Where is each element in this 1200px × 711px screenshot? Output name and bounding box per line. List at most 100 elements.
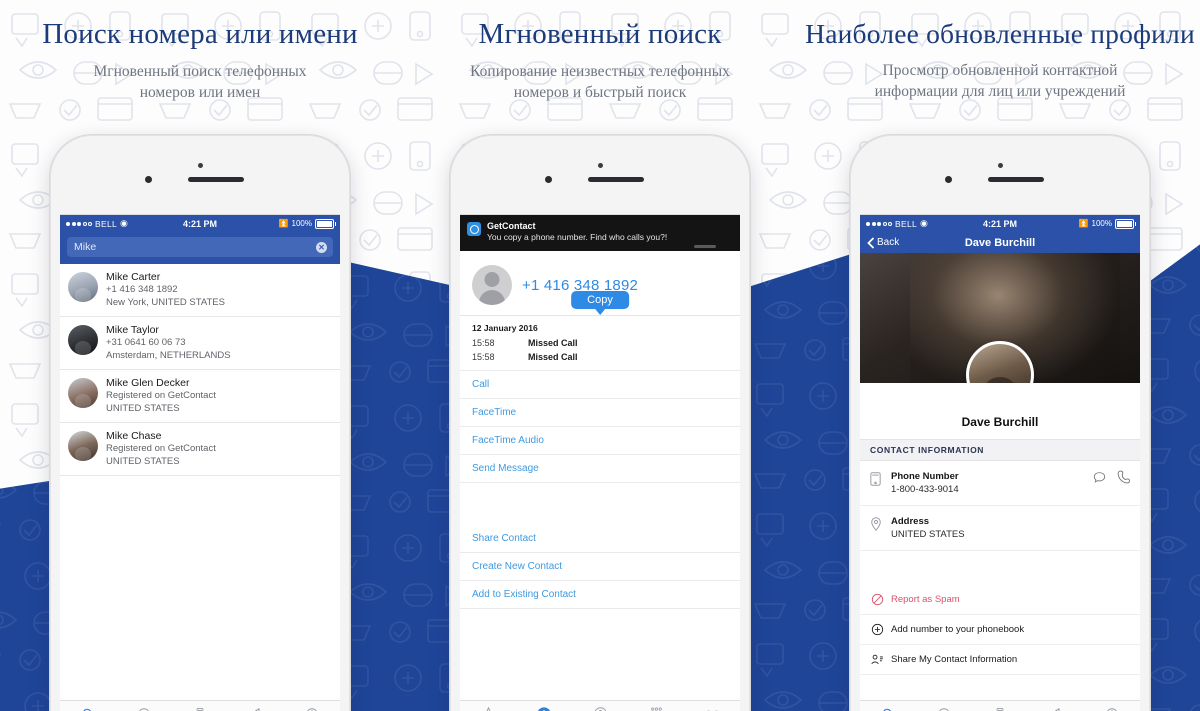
nav-title: Dave Burchill <box>964 236 1036 249</box>
list-item[interactable]: Mike Glen Decker Registered on GetContac… <box>60 370 340 423</box>
list-item[interactable]: Mike Taylor +31 0641 60 06 73 Amsterdam,… <box>60 317 340 370</box>
heading-column-2: Мгновенный поиск Копирование неизвестных… <box>400 0 800 120</box>
heading-column-1: Поиск номера или имени Мгновенный поиск … <box>0 0 400 120</box>
search-icon <box>60 706 116 711</box>
phone-bezel-top <box>51 136 349 214</box>
clear-icon[interactable]: ✕ <box>316 241 327 253</box>
info-value: UNITED STATES <box>891 529 965 540</box>
search-input[interactable]: Mike ✕ <box>67 237 333 257</box>
number-header-wrap: Copy +1 416 348 1892 <box>460 251 740 316</box>
action-add-to-existing-contact[interactable]: Add to Existing Contact <box>460 581 740 609</box>
proximity-sensor-icon <box>198 163 203 168</box>
person-icon <box>572 706 628 711</box>
plus-circle-icon <box>870 623 884 636</box>
phone2-screen: GetContact You copy a phone number. Find… <box>460 214 740 711</box>
phone-bezel-top <box>451 136 749 214</box>
heading-title-2: Мгновенный поиск <box>478 18 722 50</box>
contact-info: Mike Glen Decker Registered on GetContac… <box>106 377 216 415</box>
notification-drag-handle[interactable] <box>694 245 716 248</box>
add-number-label: Add number to your phonebook <box>891 624 1025 635</box>
share-my-contact-button[interactable]: Share My Contact Information <box>860 645 1140 675</box>
tab-search[interactable]: Search <box>60 706 116 711</box>
bluetooth-icon: ⏫ <box>278 219 289 228</box>
report-as-spam-button[interactable]: Report as Spam <box>860 585 1140 615</box>
action-create-new-contact[interactable]: Create New Contact <box>460 553 740 581</box>
tab-bar: Search Discover Spam <box>60 700 340 711</box>
list-item[interactable]: Mike Chase Registered on GetContact UNIT… <box>60 423 340 476</box>
contact-location: New York, UNITED STATES <box>106 296 225 308</box>
avatar <box>68 378 98 408</box>
proximity-sensor-icon <box>998 163 1003 168</box>
heading-column-3: Наиболее обновленные профили Просмотр об… <box>800 0 1200 120</box>
copy-tooltip[interactable]: Copy <box>571 291 629 315</box>
info-row-phone-number[interactable]: Phone Number 1-800-433-9014 <box>860 461 1140 506</box>
battery-icon <box>315 218 336 229</box>
tab-contacts[interactable]: Contacts <box>572 706 628 711</box>
action-send-message[interactable]: Send Message <box>460 455 740 483</box>
contact-name: Mike Taylor <box>106 324 159 336</box>
message-bubble-icon[interactable] <box>1093 471 1106 489</box>
tab-notifications[interactable]: Notifications <box>228 706 284 711</box>
notification-text: GetContact You copy a phone number. Find… <box>487 221 667 243</box>
action-share-contact[interactable]: Share Contact <box>460 525 740 553</box>
info-row-address[interactable]: Address UNITED STATES <box>860 506 1140 551</box>
phone-block-icon <box>172 706 228 711</box>
action-facetime[interactable]: FaceTime <box>460 399 740 427</box>
contact-results-list: Mike Carter +1 416 348 1892 New York, UN… <box>60 264 340 476</box>
contact-status: Registered on GetContact <box>106 390 216 401</box>
phone-mockup-search: BELL ◉ 4:21 PM ⏫ 100% Mike ✕ Mike Carter… <box>50 135 350 711</box>
status-bar: BELL ◉ 4:21 PM ⏫ 100% <box>860 215 1140 232</box>
call-log-date: 12 January 2016 <box>472 323 538 333</box>
nav-bar: Back Dave Burchill <box>860 232 1140 253</box>
tab-spam[interactable]: Spam <box>172 706 228 711</box>
tab-spam[interactable]: Spam <box>972 706 1028 711</box>
heading-subtitle-2: Копирование неизвестных телефонных номер… <box>400 61 800 103</box>
phone-mockup-recents: GetContact You copy a phone number. Find… <box>450 135 750 711</box>
notification-banner[interactable]: GetContact You copy a phone number. Find… <box>460 215 740 251</box>
tab-me[interactable]: Me <box>1084 706 1140 711</box>
list-item[interactable]: Mike Carter +1 416 348 1892 New York, UN… <box>60 264 340 317</box>
notification-app-name: GetContact <box>487 221 536 231</box>
earpiece-speaker <box>988 177 1044 182</box>
contact-location: UNITED STATES <box>106 402 180 414</box>
heading-subtitle-3-line1: Просмотр обновленной контактной <box>882 62 1118 79</box>
contact-number: +31 0641 60 06 73 <box>106 337 186 348</box>
add-number-button[interactable]: Add number to your phonebook <box>860 615 1140 645</box>
battery-icon <box>1115 218 1136 229</box>
tab-keypad[interactable]: Keypad <box>628 706 684 711</box>
bluetooth-icon: ⏫ <box>1078 219 1089 228</box>
compass-icon <box>916 706 972 711</box>
tab-search[interactable]: Search <box>860 706 916 711</box>
info-value: 1-800-433-9014 <box>891 484 959 495</box>
section-header-contact-information: CONTACT INFORMATION <box>860 439 1140 461</box>
heading-subtitle-1-line2: номеров или имен <box>139 84 261 101</box>
tab-discover[interactable]: Discover <box>116 706 172 711</box>
contact-info: Mike Carter +1 416 348 1892 New York, UN… <box>106 271 225 309</box>
phone-handset-icon[interactable] <box>1117 470 1130 489</box>
search-icon <box>860 706 916 711</box>
tab-me[interactable]: Me <box>284 706 340 711</box>
avatar <box>68 431 98 461</box>
block-icon <box>870 593 884 606</box>
contact-location: Amsterdam, NETHERLANDS <box>106 349 231 361</box>
action-facetime-audio[interactable]: FaceTime Audio <box>460 427 740 455</box>
tab-favourites[interactable]: Favourites <box>460 706 516 711</box>
notification-message: You copy a phone number. Find who calls … <box>487 232 668 242</box>
earpiece-speaker <box>588 177 644 182</box>
megaphone-icon <box>228 706 284 711</box>
info-label: Address <box>891 516 930 527</box>
heading-subtitle-2-line1: Копирование неизвестных телефонных <box>470 63 730 80</box>
action-call[interactable]: Call <box>460 370 740 399</box>
call-time: 15:58 <box>472 338 495 348</box>
search-bar: Mike ✕ <box>60 232 340 264</box>
info-label: Phone Number <box>891 471 959 482</box>
call-log-entry: 15:58 Missed Call <box>460 336 740 350</box>
tab-voicemail[interactable]: Voicemail <box>684 706 740 711</box>
secondary-actions: Share Contact Create New Contact Add to … <box>460 525 740 609</box>
tab-discover[interactable]: Discover <box>916 706 972 711</box>
tab-bar: Favourites Recents Contacts <box>460 700 740 711</box>
tab-recents[interactable]: Recents <box>516 706 572 711</box>
tab-notifications[interactable]: Notifications <box>1028 706 1084 711</box>
person-circle-icon <box>284 706 340 711</box>
info-text: Address UNITED STATES <box>891 515 965 541</box>
